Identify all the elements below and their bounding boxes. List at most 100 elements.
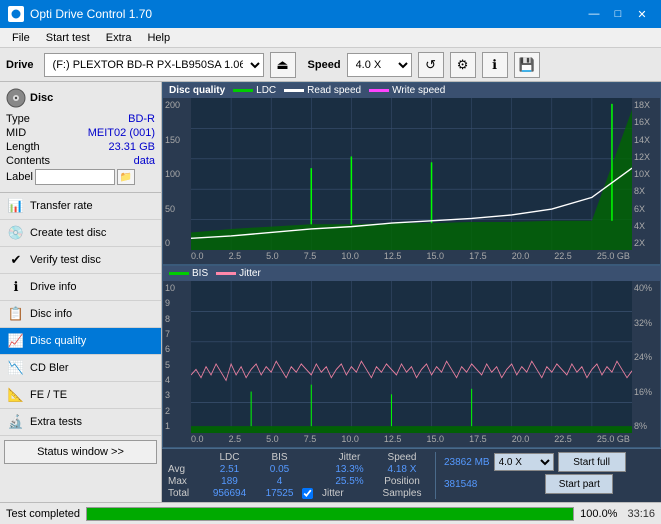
stats-right-panel: 23862 MB 4.0 X Start full 381548 Start p…: [444, 452, 626, 499]
legend-write-speed: Write speed: [369, 85, 445, 96]
disc-type-label: Type: [6, 113, 30, 125]
drive-label: Drive: [6, 59, 38, 71]
sidebar-item-disc-info[interactable]: 📋 Disc info: [0, 301, 161, 328]
disc-mid-value: MEIT02 (001): [88, 127, 155, 139]
speed-value: 4.18 X: [377, 464, 427, 475]
total-label: Total: [168, 488, 202, 499]
x-axis-top: 0.0 2.5 5.0 7.5 10.0 12.5 15.0 17.5 20.0…: [163, 250, 660, 264]
stats-avg-row: Avg 2.51 0.05 13.3% 4.18 X: [168, 464, 427, 475]
speed-select[interactable]: 4.0 X: [347, 53, 412, 77]
sidebar-label-transfer-rate: Transfer rate: [30, 200, 93, 212]
sidebar-label-create-test-disc: Create test disc: [30, 227, 106, 239]
speed-dropdown[interactable]: 4.0 X: [494, 453, 554, 471]
sidebar-item-disc-quality[interactable]: 📈 Disc quality: [0, 328, 161, 355]
disc-header-label: Disc: [30, 92, 53, 104]
sidebar-label-extra-tests: Extra tests: [30, 416, 82, 428]
verify-test-disc-icon: ✔: [8, 252, 24, 268]
chart-top-svg: [191, 98, 632, 250]
disc-mid-label: MID: [6, 127, 26, 139]
menu-help[interactable]: Help: [139, 30, 178, 46]
speed-label: Speed: [308, 59, 341, 71]
position-value: 23862 MB: [444, 457, 490, 468]
legend-read-label: Read speed: [307, 85, 361, 96]
bis-avg: 0.05: [257, 464, 302, 475]
avg-label: Avg: [168, 464, 202, 475]
title-bar: Opti Drive Control 1.70 — □ ✕: [0, 0, 661, 28]
max-label: Max: [168, 476, 202, 487]
disc-length-label: Length: [6, 141, 40, 153]
fe-te-icon: 📐: [8, 387, 24, 403]
samples-value: 381548: [444, 479, 477, 490]
eject-button[interactable]: ⏏: [270, 52, 296, 78]
start-full-button[interactable]: Start full: [558, 452, 626, 472]
menu-bar: File Start test Extra Help: [0, 28, 661, 48]
y-axis-left-bottom: 10 9 8 7 6 5 4 3 2 1: [163, 281, 191, 433]
create-test-disc-icon: 💿: [8, 225, 24, 241]
y-axis-right-top: 18X 16X 14X 12X 10X 8X 6X 4X 2X: [632, 98, 660, 250]
window-controls: — □ ✕: [583, 5, 653, 23]
disc-label-label: Label: [6, 171, 33, 183]
legend-bis: BIS: [169, 268, 208, 279]
sidebar-item-verify-test-disc[interactable]: ✔ Verify test disc: [0, 247, 161, 274]
status-bar: Test completed 100.0% 33:16: [0, 502, 661, 524]
bis-jitter-chart: BIS Jitter 10 9 8 7 6 5 4 3 2: [162, 265, 661, 448]
legend-bis-label: BIS: [192, 268, 208, 279]
stats-total-row: Total 956694 17525 Jitter Samples: [168, 488, 427, 499]
legend-jitter: Jitter: [216, 268, 261, 279]
chart-bottom-svg: [191, 281, 632, 433]
sidebar-item-transfer-rate[interactable]: 📊 Transfer rate: [0, 193, 161, 220]
cd-bler-icon: 📉: [8, 360, 24, 376]
jitter-max: 25.5%: [322, 476, 377, 487]
refresh-button[interactable]: ↺: [418, 52, 444, 78]
legend-ldc-label: LDC: [256, 85, 276, 96]
close-button[interactable]: ✕: [631, 5, 653, 23]
save-button[interactable]: 💾: [514, 52, 540, 78]
chart-top-title: Disc quality: [169, 85, 225, 96]
legend-jitter-label: Jitter: [239, 268, 261, 279]
jitter-color-swatch: [216, 272, 236, 275]
disc-label-browse[interactable]: 📁: [117, 169, 135, 185]
menu-file[interactable]: File: [4, 30, 38, 46]
jitter-col-header: Jitter: [322, 452, 377, 463]
disc-contents-label: Contents: [6, 155, 50, 167]
info-button[interactable]: ℹ: [482, 52, 508, 78]
sidebar-item-drive-info[interactable]: ℹ Drive info: [0, 274, 161, 301]
ldc-avg: 2.51: [202, 464, 257, 475]
jitter-checkbox[interactable]: [302, 488, 313, 499]
ldc-color-swatch: [233, 89, 253, 92]
main-content: Disc quality LDC Read speed Write speed …: [162, 82, 661, 502]
start-part-button[interactable]: Start part: [545, 474, 613, 494]
settings-button[interactable]: ⚙: [450, 52, 476, 78]
bis-max: 4: [257, 476, 302, 487]
legend-ldc: LDC: [233, 85, 276, 96]
sidebar-item-extra-tests[interactable]: 🔬 Extra tests: [0, 409, 161, 436]
maximize-button[interactable]: □: [607, 5, 629, 23]
sidebar-item-fe-te[interactable]: 📐 FE / TE: [0, 382, 161, 409]
stats-row: LDC BIS Jitter Speed Avg 2.51 0.05 13.3%…: [162, 448, 661, 502]
minimize-button[interactable]: —: [583, 5, 605, 23]
status-window-button[interactable]: Status window >>: [4, 440, 157, 464]
disc-length-value: 23.31 GB: [109, 141, 155, 153]
bis-total: 17525: [257, 488, 302, 499]
status-progress-pct: 100.0%: [580, 508, 617, 520]
sidebar: Disc Type BD-R MID MEIT02 (001) Length 2…: [0, 82, 162, 502]
position-label: Position: [384, 476, 420, 487]
drive-select[interactable]: (F:) PLEXTOR BD-R PX-LB950SA 1.06: [44, 53, 264, 77]
menu-extra[interactable]: Extra: [98, 30, 140, 46]
sidebar-item-create-test-disc[interactable]: 💿 Create test disc: [0, 220, 161, 247]
progress-bar-fill: [87, 508, 573, 520]
sidebar-label-cd-bler: CD Bler: [30, 362, 69, 374]
sidebar-item-cd-bler[interactable]: 📉 CD Bler: [0, 355, 161, 382]
sidebar-label-verify-test-disc: Verify test disc: [30, 254, 101, 266]
disc-label-input[interactable]: [35, 169, 115, 185]
progress-bar-container: [86, 507, 574, 521]
stats-table: LDC BIS Jitter Speed Avg 2.51 0.05 13.3%…: [168, 452, 427, 499]
sidebar-label-fe-te: FE / TE: [30, 389, 67, 401]
nav-items: 📊 Transfer rate 💿 Create test disc ✔ Ver…: [0, 193, 161, 436]
transfer-rate-icon: 📊: [8, 198, 24, 214]
chart-top-body: 200 150 100 50 0: [163, 98, 660, 250]
x-axis-bottom: 0.0 2.5 5.0 7.5 10.0 12.5 15.0 17.5 20.0…: [163, 433, 660, 447]
menu-start-test[interactable]: Start test: [38, 30, 98, 46]
stats-header-row: LDC BIS Jitter Speed: [168, 452, 427, 463]
disc-info-icon: 📋: [8, 306, 24, 322]
